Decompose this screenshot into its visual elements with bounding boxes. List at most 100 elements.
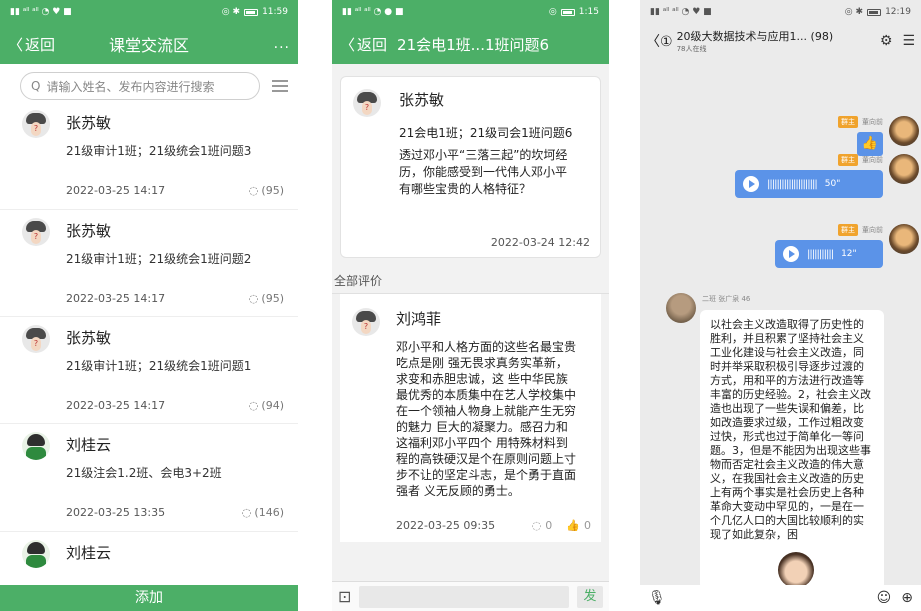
list-item[interactable]: 刘桂云 21级注会1.2班、会电3+2班 2022-03-25 13:35 ◌(… (0, 424, 298, 532)
commenter-name: 刘鸿菲 (396, 310, 442, 328)
post-title: 21级注会1.2班、会电3+2班 (66, 466, 222, 480)
menu-icon[interactable] (272, 80, 288, 92)
phone-screen-class-forum: ▮▮ ᵃˡˡ ᵃˡˡ ◔ ♥ ■ ◎ ✱ 11:59 〈返回 课堂交流区 ...… (0, 0, 298, 611)
list-item[interactable]: 张苏敏 21级审计1班；21级统会1班问题1 2022-03-25 14:17 … (0, 317, 298, 424)
comment-count: (146) (254, 505, 284, 519)
role-badge: 群主 (838, 154, 858, 166)
waveform-icon: ||||||||||||||||||||| (767, 178, 818, 190)
wifi-icon: ◎ ✱ (221, 7, 241, 17)
comment-count: (95) (261, 291, 284, 305)
avatar (889, 154, 919, 184)
battery-icon (867, 8, 882, 16)
sender-name: 二班 张广泉 46 (702, 295, 751, 303)
battery-icon (244, 8, 259, 16)
waveform-icon: ||||||||||| (807, 248, 834, 260)
menu-icon[interactable]: ☰ (902, 33, 915, 49)
post-author: 刘桂云 (66, 436, 112, 454)
nav-bar: 〈返回 21会电1班...1班问题6 (332, 24, 609, 64)
more-button[interactable]: ... (274, 36, 290, 52)
comment-item: 刘鸿菲 邓小平和人格方面的这些名最宝贵吃点是刚 强无畏求真务实革新，求变和赤胆忠… (340, 294, 601, 542)
status-time: 12:19 (885, 7, 911, 17)
voice-duration: 50" (824, 179, 841, 189)
message-item: 群主 董向前 ||||||||||||||||||||| 50" (640, 154, 921, 198)
question-title: 21会电1班；21级司会1班问题6 (399, 126, 573, 140)
comment-count: (94) (261, 398, 284, 412)
sticker-image (778, 552, 814, 588)
voice-message[interactable]: ||||||||||| 12" (775, 240, 883, 268)
sender-name: 董向前 (862, 156, 883, 164)
play-icon (783, 246, 799, 262)
question-card: 张苏敏 21会电1班；21级司会1班问题6 透过邓小平“三落三起”的坎坷经历，你… (340, 76, 601, 258)
avatar (22, 432, 50, 460)
signal-icons: ▮▮ ᵃˡˡ ᵃˡˡ ◔ ♥ ■ (10, 7, 72, 17)
comment-body: 邓小平和人格方面的这些名最宝贵吃点是刚 强无畏求真务实革新，求变和赤胆忠诚，这 … (396, 340, 577, 498)
avatar (22, 325, 50, 353)
back-button[interactable]: 〈① (646, 31, 673, 51)
phone-screen-question-detail: ▮▮ ᵃˡˡ ᵃˡˡ ◔ ● ■ ◎ 1:15 〈返回 21会电1班...1班问… (332, 0, 609, 611)
comment-icon: ◌ (248, 398, 259, 412)
avatar (352, 308, 380, 336)
list-item[interactable]: 刘桂云 (0, 532, 298, 572)
list-item[interactable]: 张苏敏 21级审计1班；21级统会1班问题3 2022-03-25 14:17 … (0, 106, 298, 210)
post-time: 2022-03-25 14:17 (66, 398, 166, 412)
phone-screen-group-chat: ▮▮ ᵃˡˡ ᵃˡˡ ◔ ♥ ■ ◎ ✱ 12:19 〈① 20级大数据技术与应… (640, 0, 921, 611)
sender-name: 董向前 (862, 226, 883, 234)
reply-button[interactable]: ◌ 0 (532, 519, 553, 532)
comment-icon: ◌ (248, 183, 259, 197)
microphone-icon[interactable]: 🎙 (648, 590, 666, 606)
comment-icon: ◌ (248, 291, 259, 305)
post-author: 张苏敏 (66, 329, 112, 347)
message-bubble: 以社会主义改造取得了历史性的胜利，并且积累了坚持社会主义工业化建设与社会主义改造… (700, 310, 884, 590)
avatar (22, 540, 50, 568)
back-button[interactable]: 〈返回 (340, 34, 387, 55)
wifi-icon: ◎ ✱ (844, 7, 864, 17)
add-button[interactable]: 添加 (0, 585, 298, 611)
post-title: 21级审计1班；21级统会1班问题1 (66, 359, 252, 373)
search-input[interactable]: Q 请输入姓名、发布内容进行搜索 (20, 72, 260, 100)
post-time: 2022-03-24 12:42 (490, 236, 590, 249)
comment-icon: ◌ (241, 505, 252, 519)
chevron-left-icon: 〈 (340, 35, 356, 54)
avatar (22, 110, 50, 138)
section-heading: 全部评价 (332, 268, 609, 294)
message-item: 群主 董向前 ||||||||||| 12" (640, 224, 921, 268)
avatar (353, 89, 381, 117)
avatar (666, 293, 696, 323)
status-bar: ▮▮ ᵃˡˡ ᵃˡˡ ◔ ♥ ■ ◎ ✱ 11:59 (0, 0, 298, 24)
comment-time: 2022-03-25 09:35 (396, 519, 496, 532)
back-button[interactable]: 〈返回 (8, 34, 55, 55)
post-title: 21级审计1班；21级统会1班问题2 (66, 252, 252, 266)
voice-message[interactable]: ||||||||||||||||||||| 50" (735, 170, 883, 198)
like-button[interactable]: 👍 0 (566, 519, 591, 532)
emoji-icon[interactable]: ☺ (877, 590, 892, 606)
author-name: 张苏敏 (399, 91, 445, 109)
wifi-icon: ◎ (548, 7, 557, 17)
chevron-left-icon: 〈 (8, 35, 24, 54)
status-bar: ▮▮ ᵃˡˡ ᵃˡˡ ◔ ● ■ ◎ 1:15 (332, 0, 609, 24)
avatar (889, 224, 919, 254)
signal-icons: ▮▮ ᵃˡˡ ᵃˡˡ ◔ ● ■ (342, 7, 404, 17)
search-placeholder: 请输入姓名、发布内容进行搜索 (46, 79, 215, 94)
post-title: 21级审计1班；21级统会1班问题3 (66, 144, 252, 158)
plus-icon[interactable]: ⊕ (901, 590, 913, 606)
post-time: 2022-03-25 13:35 (66, 505, 166, 519)
battery-icon (560, 8, 575, 16)
list-item[interactable]: 张苏敏 21级审计1班；21级统会1班问题2 2022-03-25 14:17 … (0, 210, 298, 317)
post-author: 张苏敏 (66, 222, 112, 240)
image-upload-icon[interactable]: ⊡ (338, 587, 351, 606)
comment-count: (95) (261, 183, 284, 197)
comment-input[interactable] (359, 585, 569, 608)
chat-title: 20级大数据技术与应用1... (98) (676, 30, 834, 43)
avatar (22, 218, 50, 246)
status-bar: ▮▮ ᵃˡˡ ᵃˡˡ ◔ ♥ ■ ◎ ✱ 12:19 (640, 0, 921, 24)
voice-duration: 12" (841, 249, 857, 259)
chat-header: 〈① 20级大数据技术与应用1... (98) 78人在线 ⚙ ☰ (640, 24, 921, 58)
thumbs-up-icon: 👍 (857, 132, 883, 156)
status-time: 11:59 (262, 7, 288, 17)
settings-icon[interactable]: ⚙ (880, 33, 893, 49)
role-badge: 群主 (838, 116, 858, 128)
chat-input-bar: 🎙 ☺ ⊕ (640, 585, 921, 611)
question-body: 透过邓小平“三落三起”的坎坷经历，你能感受到一代伟人邓小平有哪些宝贵的人格特征？ (399, 148, 568, 196)
search-icon: Q (31, 79, 41, 93)
send-button[interactable]: 发 (577, 585, 603, 608)
